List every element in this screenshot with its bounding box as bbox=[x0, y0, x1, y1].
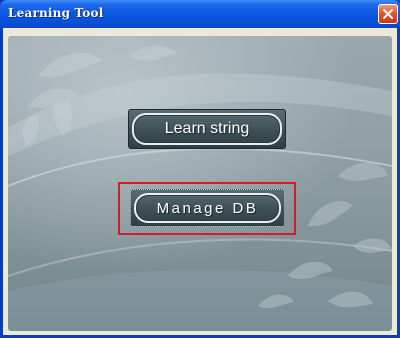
learn-string-button[interactable]: Learn string bbox=[128, 109, 286, 149]
app-window: Learning Tool Learn string Manage DB bbox=[0, 0, 400, 338]
manage-db-label: Manage DB bbox=[156, 199, 259, 217]
window-frame: Learn string Manage DB bbox=[3, 28, 397, 335]
background-artwork bbox=[8, 36, 392, 331]
close-button[interactable] bbox=[378, 4, 398, 24]
learn-string-label: Learn string bbox=[164, 120, 250, 137]
window-title: Learning Tool bbox=[8, 6, 104, 20]
manage-db-button[interactable]: Manage DB bbox=[130, 189, 285, 227]
close-icon bbox=[383, 9, 393, 19]
client-area: Learn string Manage DB bbox=[8, 36, 392, 331]
title-bar[interactable]: Learning Tool bbox=[0, 0, 400, 28]
